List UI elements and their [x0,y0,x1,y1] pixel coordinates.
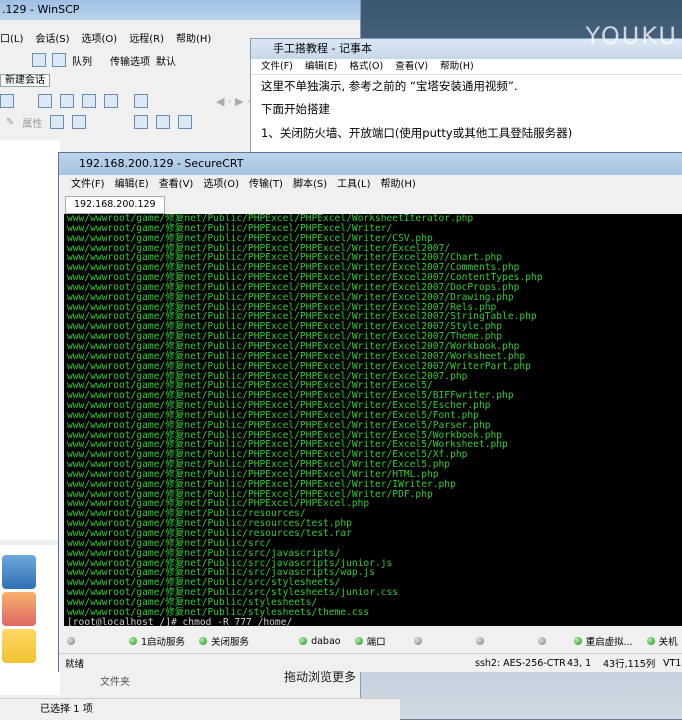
winscp-tabs: 新建会话 [0,73,50,90]
securecrt-menu-item[interactable]: 编辑(E) [115,177,149,193]
transfer-default-label[interactable]: 默认 [156,53,176,68]
status-dot-icon [354,637,363,645]
status-cipher: ssh2: AES-256-CTR [475,657,566,669]
app-icon[interactable] [2,555,36,589]
button-bar-item[interactable] [413,637,426,645]
winscp-left-pane[interactable] [0,140,60,540]
settings-icon[interactable] [32,53,46,67]
back-forward-icon[interactable]: ◀ · ▶ · [216,95,250,108]
button-bar-item[interactable] [537,637,550,645]
notepad-text-line[interactable]: 这里不单独演示, 参考之前的 “宝塔安装通用视频”. [261,78,518,94]
button-bar-item[interactable]: 重启虚拟... [573,634,633,648]
button-bar-item[interactable]: dabao [299,636,341,647]
winscp-menu-item[interactable]: 会话(S) [35,30,69,48]
securecrt-statusbar: 就绪 ssh2: AES-256-CTR 43, 1 43行,115列 VT1 [59,653,682,672]
folder-up-icon[interactable] [60,94,74,108]
app-icon[interactable] [2,629,36,663]
terminal-output[interactable]: www/wwwroot/game/修复net/Public/PHPExcel/P… [64,214,682,626]
button-bar: 1启动服务 关闭服务 dabao 端口 重启虚拟... 关机 [59,631,682,651]
status-dot-icon [413,637,422,645]
button-bar-item[interactable]: 端口 [354,634,386,648]
notepad-window: 手工搭教程 - 记事本 文件(F) 编辑(E) 格式(O) 查看(V) 帮助(H… [250,38,682,160]
notepad-menubar: 文件(F) 编辑(E) 格式(O) 查看(V) 帮助(H) [251,59,682,75]
securecrt-title: 192.168.200.129 - SecureCRT [59,153,682,175]
securecrt-menubar: 文件(F) 编辑(E) 查看(V) 选项(O) 传输(T) 脚本(S) 工具(L… [71,177,416,193]
tab-new-session[interactable]: 新建会话 [0,74,50,87]
terminal-prompt: [root@localhost /]# chmod -R 777 /home/ [67,616,293,626]
session-tab[interactable]: 192.168.200.129 [65,196,165,214]
refresh-icon[interactable] [104,94,118,108]
securecrt-window: 192.168.200.129 - SecureCRT 文件(F) 编辑(E) … [58,152,682,672]
securecrt-menu-item[interactable]: 传输(T) [249,177,283,193]
status-dot-icon [199,637,208,645]
winscp-menu-item[interactable]: 口(L) [0,30,23,48]
status-dot-icon [129,637,137,645]
button-bar-item[interactable]: 关闭服务 [199,634,249,648]
notepad-text-line[interactable]: 下面开始搭建 [261,101,330,117]
securecrt-menu-item[interactable]: 帮助(H) [380,177,415,193]
winscp-title: .129 - WinSCP [0,0,360,20]
folder-icon[interactable] [38,94,52,108]
app-icon[interactable] [2,592,36,626]
button-bar-item[interactable]: 1启动服务 [129,634,185,648]
youku-watermark: YOUKU [585,22,678,50]
notepad-menu-item[interactable]: 格式(O) [349,59,383,74]
transfer-options-label[interactable]: 传输选项 [110,53,150,68]
new-folder-icon[interactable] [50,115,65,129]
prop-icon: ✎ [6,116,15,128]
status-dot-icon [573,637,582,645]
status-dot-icon [537,637,546,645]
status-term: VT1 [663,657,682,669]
folder-label: 文件夹 [100,677,130,688]
status-size: 43行,115列 [603,659,656,670]
button-bar-item[interactable] [475,637,488,645]
properties-button[interactable]: 属性 [22,115,42,130]
notepad-text-line[interactable]: 1、关闭防火墙、开放端口(使用putty或其他工具登陆服务器) [261,125,572,141]
status-cursor-pos: 43, 1 [567,657,592,669]
securecrt-menu-item[interactable]: 选项(O) [203,177,239,193]
video-subtitle: 拖动浏览更多 [284,670,357,684]
winscp-menu-item[interactable]: 选项(O) [82,30,118,48]
queue-button[interactable]: 队列 [72,53,92,68]
winscp-menu-item[interactable]: 远程(R) [129,30,164,48]
winscp-menu-item[interactable]: 帮助(H) [176,30,211,48]
notepad-menu-item[interactable]: 帮助(H) [440,59,474,74]
securecrt-menu-item[interactable]: 工具(L) [337,177,370,193]
queue-icon[interactable] [52,53,66,67]
status-dot-icon [67,637,75,645]
status-dot-icon [475,637,484,645]
notepad-menu-item[interactable]: 文件(F) [261,59,293,74]
new-file-icon[interactable] [72,115,87,129]
home-icon[interactable] [82,94,96,108]
status-dot-icon [646,637,655,645]
select-filter-icon[interactable] [178,115,193,129]
button-bar-item[interactable] [67,637,79,645]
button-bar-item[interactable]: 关机 [646,634,678,648]
securecrt-menu-item[interactable]: 查看(V) [159,177,194,193]
minus-icon[interactable] [156,115,171,129]
notepad-menu-item[interactable]: 查看(V) [395,59,428,74]
winscp-statusbar: 已选择 1 项 [0,698,400,720]
filter-icon[interactable] [0,94,14,108]
status-dot-icon [299,637,308,645]
plus-icon[interactable] [134,115,149,129]
securecrt-menu-item[interactable]: 脚本(S) [293,177,327,193]
status-ready: 就绪 [65,659,85,670]
notepad-menu-item[interactable]: 编辑(E) [305,59,337,74]
sync-icon[interactable] [134,94,148,108]
securecrt-menu-item[interactable]: 文件(F) [71,177,105,193]
